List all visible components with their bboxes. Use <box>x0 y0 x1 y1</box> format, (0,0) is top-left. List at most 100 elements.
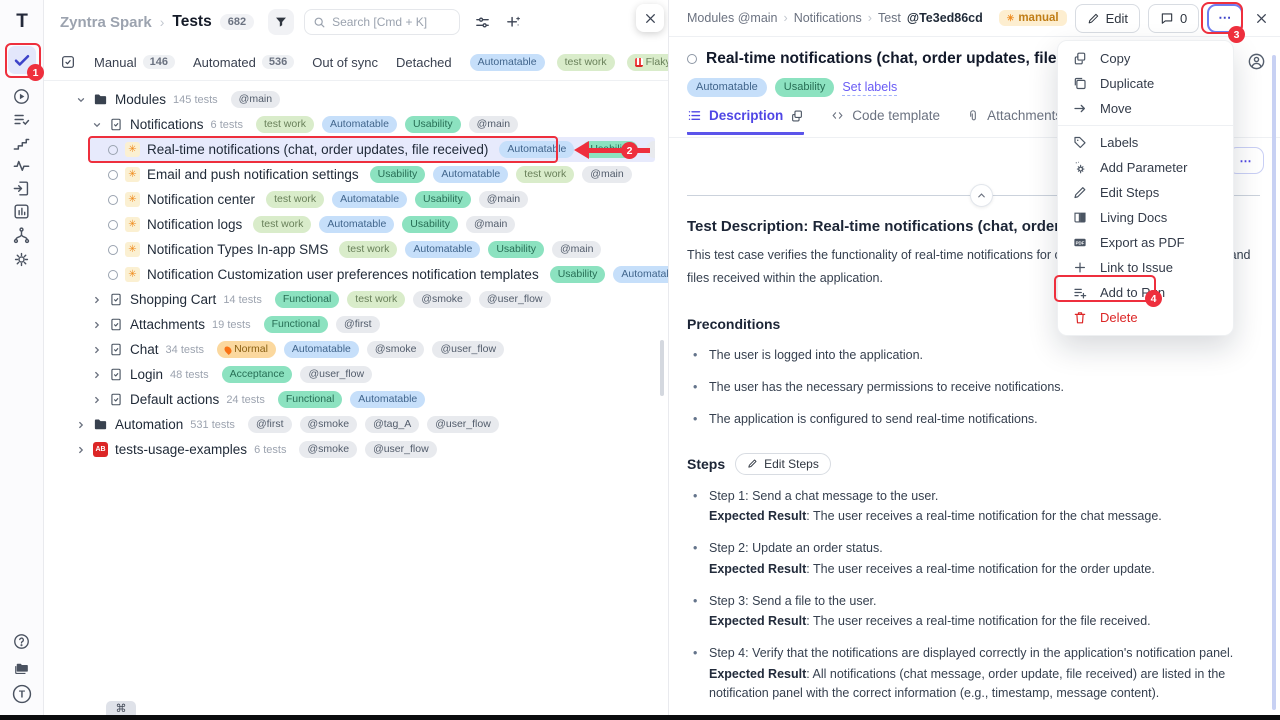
pdf-icon: PDF <box>1072 235 1088 250</box>
description-icon <box>687 108 702 123</box>
chip-test-work[interactable]: test work <box>557 54 615 71</box>
chevron-right-icon[interactable] <box>76 445 86 455</box>
status-circle-icon <box>687 54 697 64</box>
tab-out-of-sync[interactable]: Out of sync <box>312 55 378 70</box>
code-icon <box>830 109 845 122</box>
tree-row-automation[interactable]: Automation531 tests @first@smoke@tag_A@u… <box>44 412 668 437</box>
chip--user-flow: @user_flow <box>300 366 372 383</box>
detail-close-button[interactable] <box>1255 12 1268 25</box>
tree-row-default-actions[interactable]: Default actions24 tests FunctionalAutoma… <box>44 387 668 412</box>
breadcrumb-workspace[interactable]: Zyntra Spark <box>60 14 152 31</box>
breadcrumb-test: Test <box>878 11 901 25</box>
tree-row-email-push-settings[interactable]: ✳ Email and push notification settings U… <box>44 162 668 187</box>
tab-detached[interactable]: Detached <box>396 55 452 70</box>
breadcrumb-modules[interactable]: Modules @main <box>687 11 778 25</box>
tree-row-notification-customization[interactable]: ✳ Notification Customization user prefer… <box>44 262 668 287</box>
chip--user-flow: @user_flow <box>427 416 499 433</box>
edit-button[interactable]: Edit <box>1075 4 1140 33</box>
menu-item-add-parameter[interactable]: Add Parameter <box>1058 155 1233 180</box>
chip-automatable: Automatable <box>319 216 394 233</box>
projects-button[interactable] <box>8 654 36 682</box>
ai-create-button[interactable] <box>505 14 522 31</box>
menu-item-edit-steps[interactable]: Edit Steps <box>1058 180 1233 205</box>
tree-row-shopping-cart[interactable]: Shopping Cart14 tests Functionaltest wor… <box>44 287 668 312</box>
chip--main: @main <box>479 191 528 208</box>
tree-row-notification-types[interactable]: ✳ Notification Types In-app SMS test wor… <box>44 237 668 262</box>
chip--smoke: @smoke <box>300 416 358 433</box>
chip--first: @first <box>336 316 380 333</box>
search-input[interactable]: Search [Cmd + K] <box>304 9 460 35</box>
tree-row-notifications[interactable]: Notifications6 tests test workAutomatabl… <box>44 112 668 137</box>
chevron-right-icon[interactable] <box>92 395 102 405</box>
chip--user-flow: @user_flow <box>432 341 504 358</box>
menu-item-export-pdf[interactable]: PDF Export as PDF <box>1058 230 1233 255</box>
breadcrumb-separator: › <box>160 14 165 30</box>
breadcrumb-notifications[interactable]: Notifications <box>794 11 862 25</box>
panel-close-button[interactable] <box>636 4 664 32</box>
chip-usability: Usability <box>370 166 426 183</box>
tab-attachments[interactable]: Attachments <box>966 108 1062 132</box>
tab-description[interactable]: Description <box>687 108 804 135</box>
close-icon <box>644 12 657 25</box>
chip-automatable: Automatable <box>687 78 767 97</box>
list-check-icon <box>12 110 31 129</box>
chevron-right-icon[interactable] <box>76 420 86 430</box>
chip-automatable: Automatable <box>322 116 397 133</box>
window-bottom-edge <box>0 715 1280 720</box>
select-all-icon <box>60 54 76 70</box>
tree-row-notification-logs[interactable]: ✳ Notification logs test workAutomatable… <box>44 212 668 237</box>
folder-icon <box>93 92 108 107</box>
tab-code-template[interactable]: Code template <box>830 108 940 132</box>
chevron-down-icon[interactable] <box>92 120 102 130</box>
tab-manual[interactable]: Manual146 <box>94 55 175 70</box>
chip-flaky[interactable]: Flaky <box>627 54 668 71</box>
detail-scrollbar[interactable] <box>1272 55 1276 710</box>
chevron-down-icon[interactable] <box>76 95 86 105</box>
edit-steps-button[interactable]: Edit Steps <box>735 453 831 475</box>
chip--user-flow: @user_flow <box>479 291 551 308</box>
filter-button[interactable] <box>268 9 294 35</box>
chip-usability: Usability <box>415 191 471 208</box>
help-button[interactable] <box>8 627 36 655</box>
assignee-avatar[interactable] <box>1247 52 1266 71</box>
chevron-right-icon[interactable] <box>92 295 102 305</box>
chip-automatable[interactable]: Automatable <box>470 54 545 71</box>
menu-item-duplicate[interactable]: Duplicate <box>1058 71 1233 96</box>
menu-item-move[interactable]: Move <box>1058 96 1233 121</box>
status-circle-icon <box>108 170 118 180</box>
bulk-select-button[interactable] <box>60 54 76 70</box>
chip--smoke: @smoke <box>299 441 357 458</box>
tree-row-tests-usage-examples[interactable]: AB tests-usage-examples6 tests @smoke@us… <box>44 437 668 462</box>
workspace-avatar[interactable]: T <box>8 680 36 708</box>
tab-automated[interactable]: Automated536 <box>193 55 294 70</box>
tree-row-attachments[interactable]: Attachments19 tests Functional@first <box>44 312 668 337</box>
menu-item-labels[interactable]: Labels <box>1058 130 1233 155</box>
tree-row-login[interactable]: Login48 tests Acceptance@user_flow <box>44 362 668 387</box>
set-labels-link[interactable]: Set labels <box>842 80 897 96</box>
annotation-box-4 <box>1054 275 1156 302</box>
precondition-item: The application is configured to send re… <box>687 410 1263 429</box>
menu-item-copy[interactable]: Copy <box>1058 46 1233 71</box>
chip-normal: Normal <box>217 341 276 358</box>
menu-item-living-docs[interactable]: Living Docs <box>1058 205 1233 230</box>
menu-item-delete[interactable]: Delete <box>1058 305 1233 330</box>
copy-description-icon[interactable] <box>790 109 804 123</box>
status-badge: ✳ manual <box>999 10 1067 26</box>
view-settings-button[interactable] <box>474 14 491 31</box>
chip-usability: Usability <box>405 116 461 133</box>
tree-row-chat[interactable]: Chat34 tests NormalAutomatable@smoke@use… <box>44 337 668 362</box>
chevron-right-icon[interactable] <box>92 370 102 380</box>
tree-row-modules[interactable]: Modules145 tests @main <box>44 87 668 112</box>
chevron-right-icon[interactable] <box>92 345 102 355</box>
chip-automatable: Automatable <box>332 191 407 208</box>
precondition-item: The user is logged into the application. <box>687 346 1263 365</box>
chip-acceptance: Acceptance <box>222 366 293 383</box>
label-row: AutomatableUsability Set labels <box>687 78 897 97</box>
comments-button[interactable]: 0 <box>1148 4 1199 33</box>
tree-row-notification-center[interactable]: ✳ Notification center test workAutomatab… <box>44 187 668 212</box>
chip-automatable: Automatable <box>350 391 425 408</box>
chevron-right-icon[interactable] <box>92 320 102 330</box>
gear-icon <box>12 250 31 269</box>
tree-scrollbar[interactable] <box>660 340 664 396</box>
sidebar-item-settings[interactable] <box>8 245 36 273</box>
